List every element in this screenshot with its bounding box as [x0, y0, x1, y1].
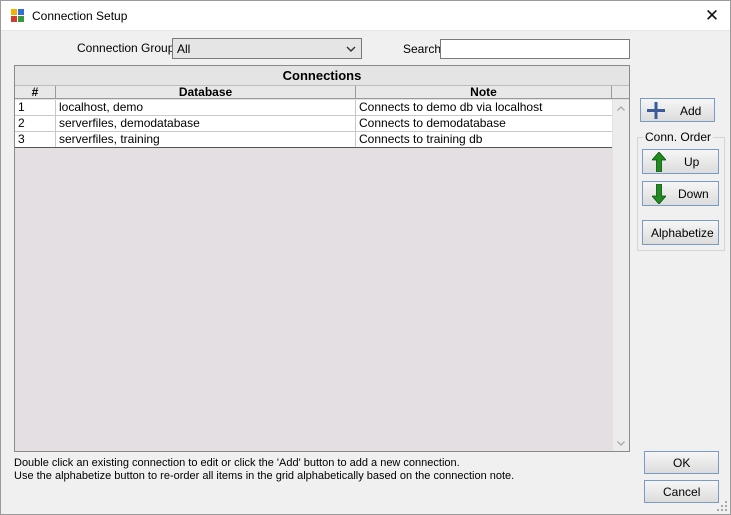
- row-number: 3: [15, 132, 56, 147]
- connections-grid: Connections # Database Note 1 localhost,…: [14, 65, 630, 452]
- row-number: 2: [15, 116, 56, 131]
- add-button-label: Add: [680, 104, 702, 118]
- connection-groups-value: All: [177, 42, 191, 56]
- grid-header: # Database Note: [15, 86, 629, 99]
- cancel-button-label: Cancel: [663, 485, 701, 499]
- column-header-note[interactable]: Note: [356, 86, 612, 99]
- resize-grip-icon[interactable]: [717, 501, 727, 511]
- alphabetize-button-label: Alphabetize: [651, 226, 714, 240]
- row-note: Connects to training db: [359, 132, 483, 146]
- cancel-button[interactable]: Cancel: [644, 480, 719, 503]
- row-note: Connects to demo db via localhost: [359, 100, 543, 114]
- chevron-down-icon[interactable]: [344, 41, 358, 56]
- table-row[interactable]: 1 localhost, demo Connects to demo db vi…: [15, 100, 612, 116]
- table-row[interactable]: 3 serverfiles, training Connects to trai…: [15, 132, 612, 148]
- column-header-number[interactable]: #: [15, 86, 56, 99]
- connection-groups-label: Connection Groups: [77, 41, 181, 55]
- move-down-button[interactable]: Down: [642, 181, 719, 206]
- window-title: Connection Setup: [32, 9, 128, 23]
- connection-setup-window: Connection Setup ✕ Connection Groups All…: [0, 0, 731, 515]
- help-line-2: Use the alphabetize button to re-order a…: [14, 470, 515, 482]
- scroll-down-icon[interactable]: [613, 435, 629, 451]
- grid-rows: 1 localhost, demo Connects to demo db vi…: [15, 100, 612, 148]
- move-up-button[interactable]: Up: [642, 149, 719, 174]
- row-database: serverfiles, training: [56, 132, 356, 147]
- help-line-1: Double click an existing connection to e…: [14, 457, 460, 469]
- green-up-arrow-icon: [652, 152, 666, 172]
- help-text: Double click an existing connection to e…: [14, 457, 624, 483]
- ok-button[interactable]: OK: [644, 451, 719, 474]
- conn-order-label: Conn. Order: [643, 130, 714, 144]
- scroll-up-icon[interactable]: [613, 100, 629, 116]
- grid-title: Connections: [15, 66, 629, 86]
- title-bar[interactable]: Connection Setup ✕: [1, 1, 730, 31]
- green-down-arrow-icon: [652, 184, 666, 204]
- vertical-scrollbar[interactable]: [613, 100, 629, 451]
- add-button[interactable]: Add: [640, 98, 715, 122]
- up-button-label: Up: [684, 155, 700, 169]
- connection-groups-select[interactable]: All: [172, 38, 362, 59]
- down-button-label: Down: [678, 187, 709, 201]
- column-header-database[interactable]: Database: [56, 86, 356, 99]
- app-grid-icon: [11, 9, 25, 23]
- search-label: Search: [403, 42, 442, 56]
- ok-button-label: OK: [673, 456, 691, 470]
- close-icon[interactable]: ✕: [700, 5, 724, 27]
- search-input[interactable]: [440, 39, 630, 59]
- alphabetize-button[interactable]: Alphabetize: [642, 220, 719, 245]
- plus-icon: [647, 102, 665, 119]
- row-note: Connects to demodatabase: [359, 116, 506, 130]
- table-row[interactable]: 2 serverfiles, demodatabase Connects to …: [15, 116, 612, 132]
- row-database: serverfiles, demodatabase: [56, 116, 356, 131]
- row-number: 1: [15, 100, 56, 115]
- row-database: localhost, demo: [56, 100, 356, 115]
